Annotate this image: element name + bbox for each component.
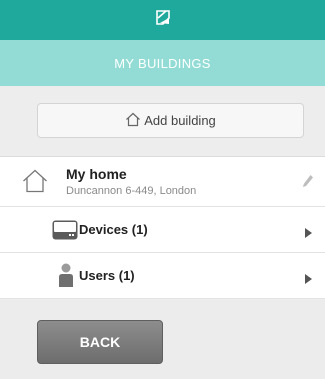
building-list: My home Duncannon 6-449, London Devices … [0, 156, 325, 299]
add-building-button[interactable]: Add building [37, 103, 304, 138]
chevron-right-icon [305, 271, 312, 289]
building-address: Duncannon 6-449, London [66, 185, 197, 197]
users-row[interactable]: Users (1) [0, 253, 325, 299]
add-building-label: Add building [144, 113, 216, 128]
top-bar [0, 0, 325, 40]
footer-area: BACK [0, 300, 325, 379]
devices-row[interactable]: Devices (1) [0, 207, 325, 253]
building-name: My home [66, 166, 127, 182]
house-icon [125, 112, 144, 130]
add-building-area: Add building [0, 86, 325, 156]
building-logo-icon [154, 9, 172, 32]
user-icon [59, 263, 73, 292]
building-row[interactable]: My home Duncannon 6-449, London [0, 157, 325, 207]
page-title: MY BUILDINGS [0, 40, 325, 86]
house-icon [22, 169, 48, 198]
device-icon [52, 220, 78, 245]
users-label: Users (1) [79, 268, 135, 283]
back-button[interactable]: BACK [37, 320, 163, 364]
devices-label: Devices (1) [79, 222, 148, 237]
pencil-icon[interactable] [302, 174, 314, 193]
chevron-right-icon [305, 225, 312, 243]
